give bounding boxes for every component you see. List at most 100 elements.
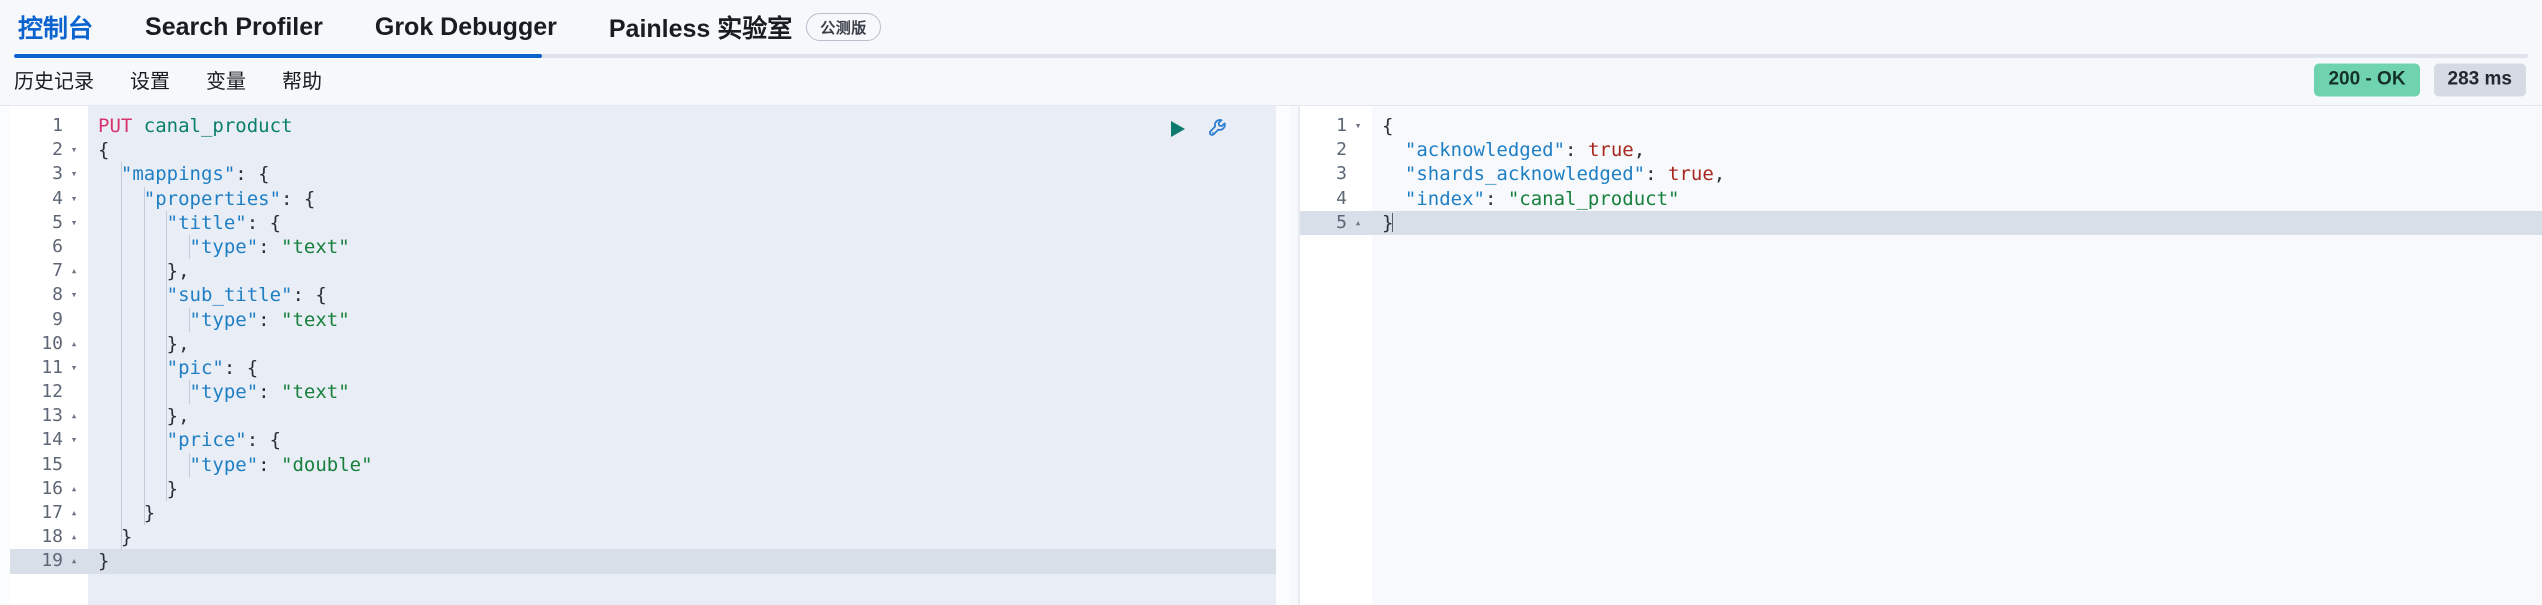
token-punc — [98, 163, 121, 185]
code-line: "shards_acknowledged": true, — [1372, 162, 2542, 186]
token-punc: : { — [223, 356, 259, 379]
toolbar-item-variables[interactable]: 变量 — [206, 65, 246, 94]
token-punc: : — [1565, 139, 1588, 162]
fold-collapse-icon[interactable]: ▾ — [66, 187, 82, 211]
token-punc: : { — [246, 429, 282, 452]
request-action-bar — [1164, 116, 1232, 142]
token-punc — [1382, 163, 1405, 185]
token-punc: }, — [98, 332, 190, 355]
token-punc — [98, 284, 167, 306]
tab-search-profiler[interactable]: Search Profiler — [145, 0, 323, 54]
wrench-icon[interactable] — [1206, 116, 1232, 142]
line-number: 1 ▾ — [1300, 114, 1372, 138]
token-punc: : — [258, 235, 282, 258]
line-number: 15 — [41, 453, 63, 475]
token-method: PUT — [98, 115, 133, 137]
token-str: "text" — [281, 381, 350, 404]
fold-collapse-icon[interactable]: ▾ — [66, 356, 82, 380]
line-number: 4 ▾ — [10, 187, 88, 211]
code-line: "type": "double" — [88, 453, 1276, 477]
tab-search-profiler-label: Search Profiler — [145, 12, 323, 41]
tab-console[interactable]: 控制台 — [18, 0, 93, 54]
code-line: "mappings": { — [88, 162, 1276, 186]
tab-grok-debugger-label: Grok Debugger — [374, 12, 557, 41]
code-line: } — [88, 477, 1276, 501]
token-punc: : — [258, 308, 282, 331]
token-punc — [98, 357, 167, 379]
token-punc: : — [258, 381, 282, 404]
code-line: "type": "text" — [88, 308, 1276, 332]
line-number: 18 ▴ — [10, 525, 88, 549]
fold-expand-icon[interactable]: ▴ — [66, 549, 82, 573]
token-punc — [98, 212, 167, 234]
code-line: PUT canal_product — [88, 114, 1276, 138]
line-number: 2 — [1336, 139, 1347, 161]
fold-collapse-icon[interactable]: ▾ — [66, 211, 82, 235]
response-line-number-gutter[interactable]: 1 ▾ 2 3 4 5 ▴ — [1300, 106, 1372, 605]
toolbar-item-history[interactable]: 历史记录 — [14, 65, 94, 94]
tab-grok-debugger[interactable]: Grok Debugger — [375, 0, 557, 54]
line-number: 7 ▴ — [10, 259, 88, 283]
fold-collapse-icon[interactable]: ▾ — [66, 162, 82, 186]
text-caret — [1392, 212, 1394, 232]
fold-collapse-icon[interactable]: ▾ — [66, 283, 82, 307]
token-str: "text" — [281, 235, 350, 258]
token-key: "type" — [189, 453, 259, 476]
line-number: 11 ▾ — [10, 356, 88, 380]
fold-expand-icon[interactable]: ▴ — [1350, 211, 1366, 235]
token-key: "title" — [166, 211, 247, 234]
token-key: "mappings" — [120, 163, 236, 186]
request-line-number-gutter[interactable]: 1 2 ▾ 3 ▾ 4 ▾ 5 ▾ 6 7 ▴ 8 ▾ 9 10 ▴ 11 ▾ 12 13 ▴ 14 ▾ 15 16 ▴ 17 ▴ 18 ▴… — [10, 106, 88, 605]
token-bool: true — [1668, 163, 1714, 186]
line-number: 17 ▴ — [10, 501, 88, 525]
token-str: "text" — [281, 308, 350, 331]
token-punc: }, — [98, 260, 190, 283]
fold-expand-icon[interactable]: ▴ — [66, 259, 82, 283]
token-punc — [132, 115, 143, 137]
token-punc: { — [1382, 115, 1394, 137]
play-icon[interactable] — [1164, 116, 1190, 142]
code-line: } — [88, 501, 1276, 525]
fold-expand-icon[interactable]: ▴ — [66, 477, 82, 501]
console-toolbar-nav: 历史记录 设置 变量 帮助 — [14, 65, 358, 94]
fold-expand-icon[interactable]: ▴ — [66, 332, 82, 356]
beta-badge: 公测版 — [806, 13, 881, 41]
console-split: 1 2 ▾ 3 ▾ 4 ▾ 5 ▾ 6 7 ▴ 8 ▾ 9 10 ▴ 11 ▾ 12 13 ▴ 14 ▾ 15 16 ▴ 17 ▴ 18 ▴… — [0, 106, 2542, 605]
line-number: 2 ▾ — [10, 138, 88, 162]
token-bool: true — [1587, 139, 1634, 162]
fold-collapse-icon[interactable]: ▾ — [66, 428, 82, 452]
token-punc — [98, 309, 190, 331]
token-punc: , — [1713, 163, 1726, 186]
token-key: "sub_title" — [166, 284, 293, 307]
token-punc: }, — [98, 405, 190, 428]
line-number: 10 ▴ — [10, 332, 88, 356]
request-pane: 1 2 ▾ 3 ▾ 4 ▾ 5 ▾ 6 7 ▴ 8 ▾ 9 10 ▴ 11 ▾ 12 13 ▴ 14 ▾ 15 16 ▴ 17 ▴ 18 ▴… — [0, 106, 1290, 605]
response-code-area[interactable]: { "acknowledged": true, "shards_acknowle… — [1372, 106, 2542, 605]
token-punc: } — [98, 477, 179, 500]
token-punc: : { — [281, 187, 316, 210]
token-punc: , — [1633, 139, 1646, 162]
fold-expand-icon[interactable]: ▴ — [66, 501, 82, 525]
toolbar-item-help[interactable]: 帮助 — [282, 65, 322, 94]
token-key: "acknowledged" — [1404, 139, 1566, 162]
code-line: }, — [88, 332, 1276, 356]
token-punc: } — [98, 502, 156, 524]
token-punc: : — [258, 453, 282, 476]
toolbar-item-settings[interactable]: 设置 — [130, 65, 170, 94]
line-number: 5 ▾ — [10, 211, 88, 235]
fold-expand-icon[interactable]: ▴ — [66, 404, 82, 428]
code-line: "type": "text" — [88, 235, 1276, 259]
token-punc: : { — [246, 211, 282, 234]
token-key: "type" — [189, 381, 259, 404]
token-key: "type" — [189, 235, 259, 258]
tab-painless-lab[interactable]: Painless 实验室 公测版 — [609, 0, 881, 54]
fold-collapse-icon[interactable]: ▾ — [1350, 114, 1366, 138]
token-punc: } — [98, 550, 110, 573]
response-status-group: 200 - OK 283 ms — [2314, 63, 2526, 96]
code-line: "properties": { — [88, 187, 1276, 211]
fold-collapse-icon[interactable]: ▾ — [66, 138, 82, 162]
loading-progress-fill — [14, 54, 542, 58]
code-line: "acknowledged": true, — [1372, 138, 2542, 162]
fold-expand-icon[interactable]: ▴ — [66, 525, 82, 549]
request-code-area[interactable]: PUT canal_product{ "mappings": { "proper… — [88, 106, 1276, 605]
